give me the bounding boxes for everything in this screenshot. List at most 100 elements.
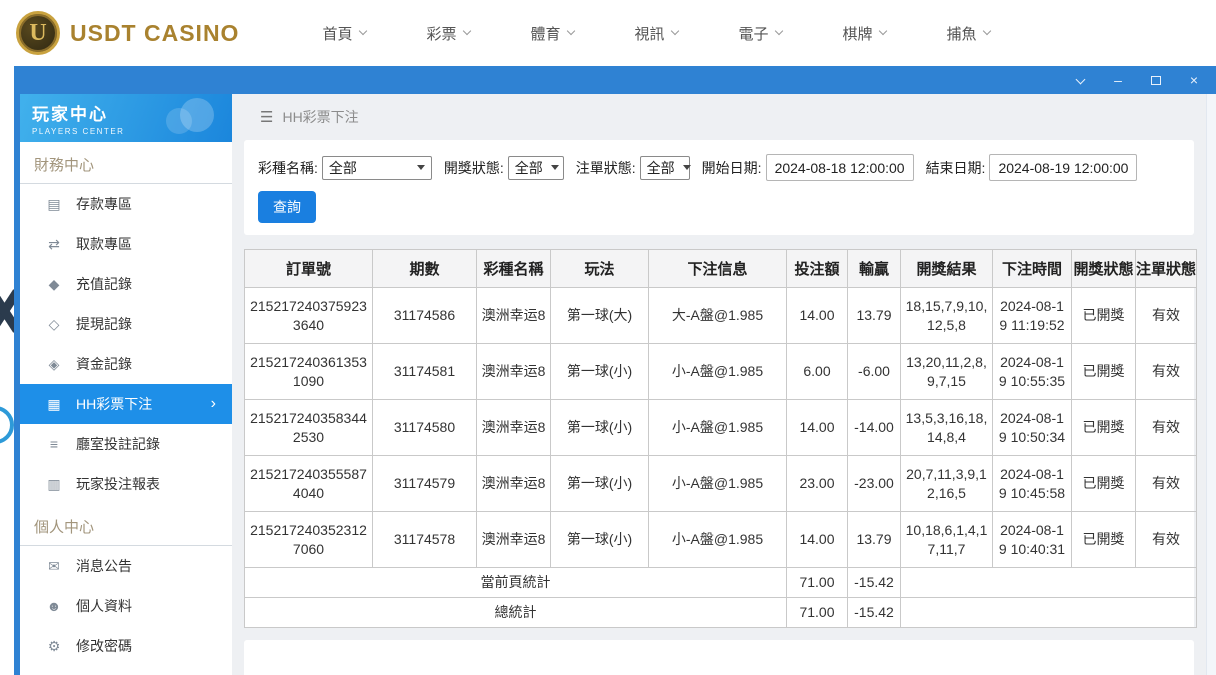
cell-period: 31174586: [372, 287, 477, 344]
cell-bet_info: 小-A盤@1.985: [648, 511, 787, 568]
cell-period: 31174581: [372, 343, 477, 400]
sidebar-item-player-bet-report[interactable]: ▥ 玩家投注報表: [20, 464, 232, 504]
summary-bet-total: 71.00: [786, 597, 848, 628]
sidebar-item-change-password[interactable]: ⚙ 修改密碼: [20, 626, 232, 666]
sidebar-item-label: HH彩票下注: [76, 396, 153, 412]
column-header: 玩法: [550, 249, 649, 288]
nav-item-fishing[interactable]: 捕魚: [916, 23, 1020, 44]
end-date-label: 結束日期:: [925, 159, 986, 176]
summary-bet-total: 71.00: [786, 567, 848, 598]
hamburger-menu-icon[interactable]: ☰: [260, 108, 273, 126]
lottery-name-label: 彩種名稱:: [258, 159, 318, 176]
nav-item-chess[interactable]: 棋牌: [812, 23, 916, 44]
bet-report-icon: ▥: [47, 475, 61, 492]
table-row: 2152172403613531090 31174581 澳洲幸运8 第一球(小) 小-…: [244, 343, 1197, 400]
nav-item-home[interactable]: 首頁: [292, 23, 396, 44]
cell-amount: 14.00: [786, 511, 848, 568]
cell-order_status: 有效: [1135, 343, 1197, 400]
nav-item-lottery[interactable]: 彩票: [396, 23, 500, 44]
column-header: 開獎結果: [900, 249, 993, 288]
minimize-icon[interactable]: –: [1110, 72, 1126, 88]
cell-draw_status: 已開獎: [1071, 455, 1136, 512]
cell-time: 2024-08-19 10:50:34: [992, 399, 1072, 456]
sidebar-item-announcements[interactable]: ✉ 消息公告: [20, 546, 232, 586]
nav-item-slots[interactable]: 電子: [708, 23, 812, 44]
cell-win: -14.00: [847, 399, 901, 456]
brand-name: USDT CASINO: [70, 19, 240, 46]
chevron-down-icon: [878, 26, 887, 36]
summary-win-total: -15.42: [847, 567, 901, 598]
window-right-strip: [1206, 94, 1216, 675]
chevron-down-icon: [982, 26, 991, 36]
sidebar-item-withdraw-record[interactable]: ◇ 提現記錄: [20, 304, 232, 344]
end-date-input[interactable]: [989, 154, 1138, 181]
breadcrumb: ☰ HH彩票下注: [244, 94, 1194, 140]
chevron-down-icon: [462, 26, 471, 36]
summary-win-total: -15.42: [847, 597, 901, 628]
cell-period: 31174579: [372, 455, 477, 512]
collapse-icon[interactable]: [1072, 72, 1088, 88]
player-center-window: – × 玩家中心 PLAYERS CENTER 財務中心 ▤ 存款專區 ⇄ 取款…: [14, 66, 1216, 675]
brand-logo[interactable]: U USDT CASINO: [16, 11, 256, 55]
cell-win: 13.79: [847, 511, 901, 568]
nav-item-label: 電子: [738, 25, 769, 43]
summary-empty: [900, 567, 1197, 598]
chevron-down-icon: [774, 26, 783, 36]
start-date-input[interactable]: [765, 154, 914, 181]
pagination-panel: [244, 640, 1194, 675]
cell-time: 2024-08-19 11:19:52: [992, 287, 1072, 344]
top-navigation: 首頁 彩票 體育 視訊 電子 棋牌 捕魚: [292, 23, 1020, 44]
cell-order_status: 有效: [1135, 455, 1197, 512]
cell-period: 31174578: [372, 511, 477, 568]
draw-status-label: 開獎狀態:: [443, 159, 504, 176]
sidebar-item-label: 提現記錄: [76, 316, 132, 332]
column-header: 輸贏: [847, 249, 901, 288]
cell-result: 13,5,3,16,18,14,8,4: [900, 399, 993, 456]
withdraw-record-icon: ◇: [48, 315, 60, 332]
column-header: 注單狀態: [1135, 249, 1197, 288]
cell-order_no: 2152172403759233640: [244, 287, 373, 344]
cell-time: 2024-08-19 10:55:35: [992, 343, 1072, 400]
nav-item-live[interactable]: 視訊: [604, 23, 708, 44]
cell-order_no: 2152172403613531090: [244, 343, 373, 400]
coin-logo-icon: U: [16, 11, 60, 55]
sidebar-item-label: 充值記錄: [76, 276, 132, 292]
start-date-label: 開始日期:: [701, 159, 762, 176]
cell-play: 第一球(大): [550, 287, 649, 344]
cell-time: 2024-08-19 10:45:58: [992, 455, 1072, 512]
sidebar-item-deposit[interactable]: ▤ 存款專區: [20, 184, 232, 224]
cell-amount: 14.00: [786, 287, 848, 344]
cell-lottery: 澳洲幸运8: [476, 399, 551, 456]
deposit-card-icon: ▤: [47, 195, 61, 212]
close-icon[interactable]: ×: [1186, 72, 1202, 88]
maximize-icon[interactable]: [1148, 72, 1164, 88]
cell-bet_info: 小-A盤@1.985: [648, 343, 787, 400]
lottery-bet-icon: ▦: [47, 395, 61, 412]
draw-status-select[interactable]: 全部: [507, 155, 564, 180]
sidebar-item-label: 資金記錄: [76, 356, 132, 372]
summary-empty: [900, 597, 1197, 628]
cell-win: 13.79: [847, 287, 901, 344]
sidebar-subtitle: PLAYERS CENTER: [32, 127, 125, 136]
sidebar-item-label: 個人資料: [76, 598, 132, 614]
sidebar-item-profile[interactable]: ☻ 個人資料: [20, 586, 232, 626]
sidebar-item-room-bet-record[interactable]: ≡ 廳室投註記錄: [20, 424, 232, 464]
table-row: 2152172403759233640 31174586 澳洲幸运8 第一球(大) 大-…: [244, 287, 1197, 344]
sidebar-item-hh-lottery-bet[interactable]: ▦ HH彩票下注 ›: [20, 384, 232, 424]
order-status-select[interactable]: 全部: [639, 155, 691, 180]
chevron-down-icon: [358, 26, 367, 36]
cell-order_no: 2152172403583442530: [244, 399, 373, 456]
cell-order_no: 2152172403555874040: [244, 455, 373, 512]
sidebar-item-label: 玩家投注報表: [76, 476, 160, 492]
nav-item-label: 首頁: [322, 25, 353, 43]
cell-draw_status: 已開獎: [1071, 399, 1136, 456]
cell-lottery: 澳洲幸运8: [476, 287, 551, 344]
lottery-name-select[interactable]: 全部: [321, 155, 432, 180]
chevron-down-icon: [416, 165, 425, 170]
sidebar-item-withdraw[interactable]: ⇄ 取款專區: [20, 224, 232, 264]
sidebar-item-recharge-record[interactable]: ◆ 充值記錄: [20, 264, 232, 304]
sidebar-item-funds-record[interactable]: ◈ 資金記錄: [20, 344, 232, 384]
table-row: 2152172403555874040 31174579 澳洲幸运8 第一球(小) 小-…: [244, 455, 1197, 512]
query-button[interactable]: 查詢: [258, 191, 316, 223]
nav-item-sports[interactable]: 體育: [500, 23, 604, 44]
